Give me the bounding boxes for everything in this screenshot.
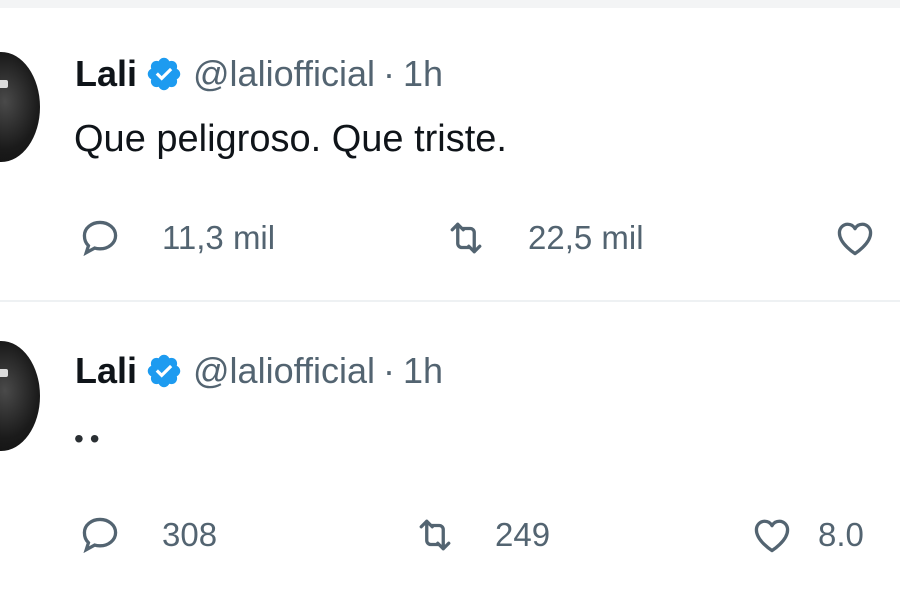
avatar[interactable]: [0, 341, 40, 451]
verified-badge-icon: [145, 352, 183, 390]
timestamp[interactable]: 1h: [403, 350, 443, 392]
retweet-arrows-icon: [419, 519, 451, 551]
timestamp[interactable]: 1h: [403, 53, 443, 95]
retweet-count: 22,5 mil: [528, 219, 644, 256]
separator-dot: ·: [382, 53, 395, 94]
reply-bubble-icon: [82, 517, 118, 554]
tweet[interactable]: Lali @laliofficial · 1h •• 308 249 8.0: [0, 325, 900, 600]
retweet-arrows-icon: [450, 222, 482, 254]
tweet-text: ••: [74, 423, 106, 454]
like-button[interactable]: 8.0: [750, 510, 864, 560]
tweet-header: Lali @laliofficial · 1h: [75, 50, 443, 98]
tweet-feed: Lali @laliofficial · 1h Que peligroso. Q…: [0, 0, 900, 600]
retweet-button[interactable]: 22,5 mil: [444, 213, 644, 263]
tweet-header: Lali @laliofficial · 1h: [75, 347, 443, 395]
retweet-count: 249: [495, 516, 551, 553]
tweet[interactable]: Lali @laliofficial · 1h Que peligroso. Q…: [0, 30, 900, 300]
action-bar: 11,3 mil 22,5 mil: [0, 213, 900, 263]
reply-count: 308: [162, 516, 218, 553]
handle[interactable]: @laliofficial: [193, 53, 375, 95]
heart-icon: [837, 222, 873, 256]
retweet-button[interactable]: 249: [413, 510, 550, 560]
like-button[interactable]: [833, 213, 900, 263]
reply-count: 11,3 mil: [162, 219, 276, 256]
tweet-divider: [0, 300, 900, 302]
action-bar: 308 249 8.0: [0, 510, 900, 560]
heart-icon: [754, 519, 790, 553]
reply-button[interactable]: 11,3 mil: [78, 213, 275, 263]
display-name[interactable]: Lali: [75, 350, 137, 392]
separator-dot: ·: [382, 350, 395, 391]
tweet-text: Que peligroso. Que triste.: [74, 118, 507, 160]
reply-button[interactable]: 308: [78, 510, 217, 560]
handle[interactable]: @laliofficial: [193, 350, 375, 392]
reply-bubble-icon: [82, 220, 118, 257]
verified-badge-icon: [145, 55, 183, 93]
like-count: 8.0: [818, 516, 864, 553]
display-name[interactable]: Lali: [75, 53, 137, 95]
top-strip: [0, 0, 900, 8]
avatar[interactable]: [0, 52, 40, 162]
